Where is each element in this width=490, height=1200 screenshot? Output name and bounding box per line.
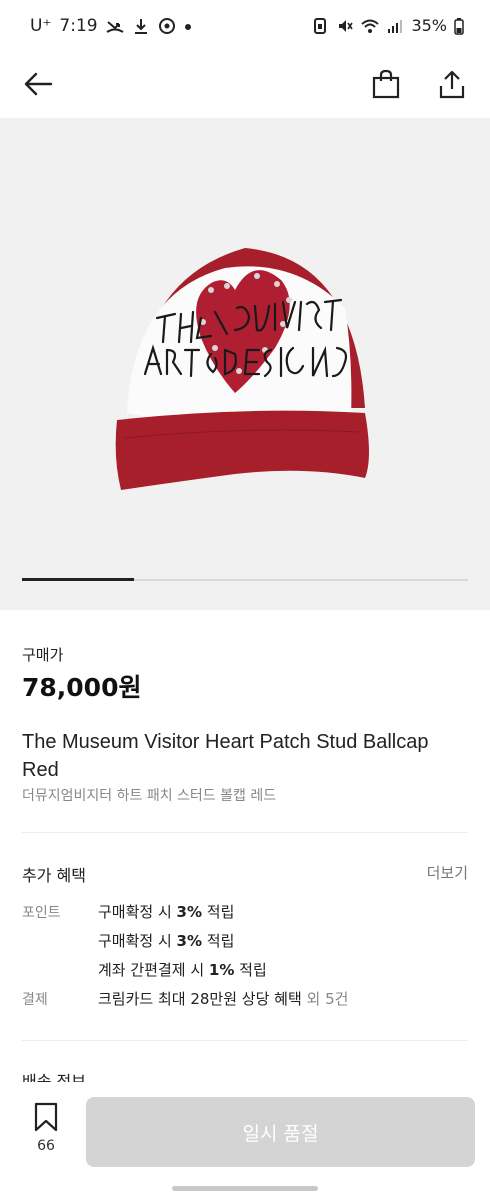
battery-icon [454, 17, 464, 35]
product-title-ko: 더뮤지엄비지터 하트 패치 스터드 볼캡 레드 [22, 788, 277, 804]
top-nav [0, 52, 490, 118]
product-title-en: The Museum Visitor Heart Patch Stud Ball… [22, 731, 429, 781]
mute-icon [339, 19, 354, 32]
point-row-rate: 3% [176, 903, 203, 921]
signal-icon [388, 19, 403, 33]
product-gallery[interactable] [0, 118, 490, 610]
home-indicator [172, 1186, 318, 1191]
wishlist-button[interactable]: 66 [20, 1102, 72, 1166]
divider [22, 832, 468, 833]
price-label: 구매가 [22, 646, 64, 664]
point-row-text: 구매확정 시 [98, 932, 177, 950]
cart-button[interactable] [364, 62, 408, 106]
cap-brim [115, 410, 370, 490]
point-row-suffix: 적립 [202, 932, 235, 950]
carrier-label: U⁺ [30, 16, 52, 36]
point-row-suffix: 적립 [202, 903, 235, 921]
wifi-icon [361, 19, 380, 33]
point-row: 계좌 간편결제 시 1% 적립 [98, 959, 267, 980]
product-image [115, 248, 370, 490]
missed-call-icon [106, 21, 124, 33]
benefits-title: 추가 혜택 [22, 866, 86, 885]
point-row-text: 계좌 간편결제 시 [98, 961, 209, 979]
arrow-left-icon [24, 72, 53, 96]
gallery-progress [22, 578, 468, 581]
benefits-more-link[interactable]: 더보기 [427, 862, 468, 883]
clock: 7:19 [59, 16, 98, 36]
bottom-action-bar: 66 일시 품절 [0, 1082, 490, 1200]
bookmark-icon [34, 1102, 58, 1132]
payment-label: 결제 [22, 992, 48, 1008]
back-button[interactable] [16, 62, 60, 106]
sold-out-button[interactable]: 일시 품절 [86, 1097, 475, 1167]
status-bar: U⁺ 7:19 35% [0, 0, 490, 52]
point-row: 구매확정 시 3% 적립 [98, 901, 234, 922]
shopping-bag-icon [372, 69, 400, 99]
share-icon [439, 70, 465, 99]
status-right: 35% [311, 16, 464, 35]
point-row-text: 구매확정 시 [98, 903, 177, 921]
gallery-progress-fill [22, 578, 134, 581]
payment-benefit-extra: 외 5건 [301, 990, 349, 1008]
battery-percent: 35% [411, 16, 447, 35]
share-button[interactable] [430, 62, 474, 106]
payment-row: 크림카드 최대 28만원 상당 혜택 외 5건 [98, 988, 348, 1009]
chrome-icon [158, 18, 175, 34]
point-row-rate: 1% [208, 961, 235, 979]
point-label: 포인트 [22, 905, 61, 921]
point-row-suffix: 적립 [234, 961, 267, 979]
payment-benefit-text: 크림카드 최대 28만원 상당 혜택 [98, 990, 302, 1008]
status-left: U⁺ 7:19 [30, 16, 192, 36]
point-row-rate: 3% [176, 932, 203, 950]
wishlist-count: 66 [37, 1138, 55, 1154]
point-row: 구매확정 시 3% 적립 [98, 930, 234, 951]
download-icon [134, 19, 147, 34]
divider [22, 1040, 468, 1041]
notification-dot-icon [184, 24, 191, 30]
sim-icon [314, 17, 327, 34]
price-value: 78,000원 [22, 673, 142, 702]
